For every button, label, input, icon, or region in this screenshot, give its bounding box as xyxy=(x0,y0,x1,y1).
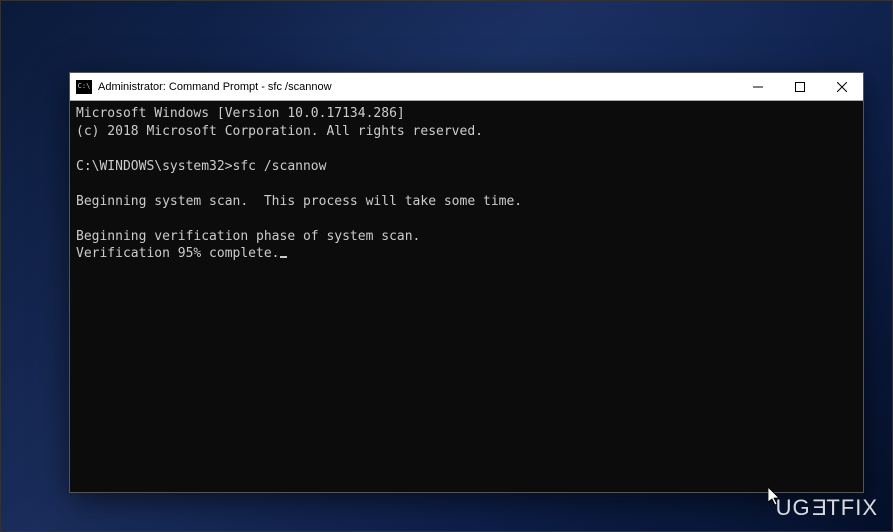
maximize-button[interactable] xyxy=(779,73,821,100)
console-line: Beginning verification phase of system s… xyxy=(76,229,420,244)
window-titlebar[interactable]: Administrator: Command Prompt - sfc /sca… xyxy=(70,73,863,101)
minimize-icon xyxy=(753,82,763,92)
watermark-logo: UGETFIX xyxy=(776,495,878,521)
watermark-text: TFIX xyxy=(826,495,878,521)
close-button[interactable] xyxy=(821,73,863,100)
window-controls xyxy=(737,73,863,100)
console-line: Microsoft Windows [Version 10.0.17134.28… xyxy=(76,106,405,121)
console-line: Verification 95% complete. xyxy=(76,246,280,261)
cmd-icon xyxy=(76,80,92,94)
console-line: (c) 2018 Microsoft Corporation. All righ… xyxy=(76,124,483,139)
watermark-text: UG xyxy=(776,495,811,521)
close-icon xyxy=(837,82,847,92)
console-output[interactable]: Microsoft Windows [Version 10.0.17134.28… xyxy=(70,101,863,492)
command-prompt-window: Administrator: Command Prompt - sfc /sca… xyxy=(69,72,864,493)
maximize-icon xyxy=(795,82,805,92)
text-cursor xyxy=(280,256,287,258)
window-title: Administrator: Command Prompt - sfc /sca… xyxy=(98,81,737,93)
console-line: Beginning system scan. This process will… xyxy=(76,194,522,209)
console-prompt-line: C:\WINDOWS\system32>sfc /scannow xyxy=(76,159,326,174)
minimize-button[interactable] xyxy=(737,73,779,100)
watermark-text-flip: E xyxy=(811,495,827,521)
